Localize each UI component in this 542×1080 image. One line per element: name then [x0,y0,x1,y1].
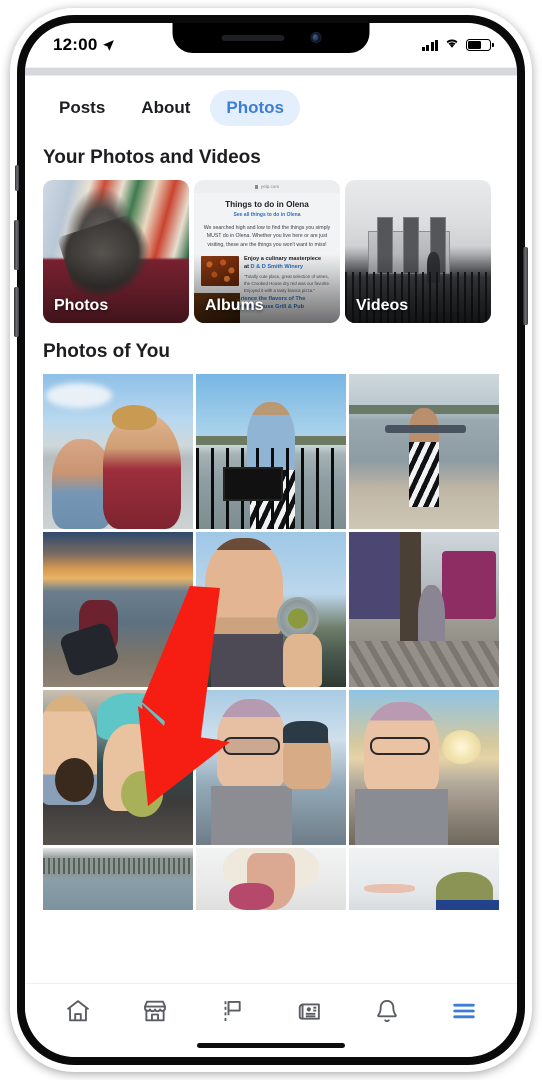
battery-icon [466,39,494,51]
home-indicator[interactable] [197,1043,345,1048]
marketplace-icon [141,997,169,1030]
tab-about[interactable]: About [125,90,206,126]
phone-screen: 12:00 Posts About Photos Your Photos and… [25,23,517,1057]
bell-icon [373,997,401,1030]
photo-cell[interactable] [196,848,346,910]
videos-card-label: Videos [356,297,409,314]
cellular-signal-icon [421,39,438,51]
flag-icon [218,997,246,1030]
lock-icon [254,184,258,189]
photo-cell[interactable] [43,374,193,529]
section-title-your-photos-and-videos: Your Photos and Videos [43,147,261,168]
nav-news[interactable] [286,994,334,1034]
photos-card-label: Photos [54,297,109,314]
photo-cell[interactable] [43,848,193,910]
status-indicators [421,36,494,54]
preview-url-bar: yelp.com [194,180,340,193]
home-icon [64,997,92,1030]
nav-marketplace[interactable] [131,994,179,1034]
news-icon [296,997,324,1030]
photo-cell[interactable] [349,848,499,910]
section-title-photos-of-you: Photos of You [43,341,171,362]
phone-frame: 12:00 Posts About Photos Your Photos and… [10,8,532,1072]
silent-switch[interactable] [15,165,19,191]
photo-cell[interactable] [349,690,499,845]
front-camera [310,32,321,43]
nav-home[interactable] [54,994,102,1034]
preview-body: We searched high and low to find the thi… [203,225,331,248]
tab-photos[interactable]: Photos [210,90,300,126]
profile-tab-bar: Posts About Photos [25,76,517,141]
volume-down-button[interactable] [14,287,19,337]
photos-card[interactable]: Photos [43,180,189,323]
volume-up-button[interactable] [14,220,19,270]
photo-cell[interactable] [196,532,346,687]
menu-icon [450,997,478,1030]
photo-cell[interactable] [196,374,346,529]
photo-video-cards: Photos yelp.com Things to do in Olena Se… [25,180,517,323]
nav-menu[interactable] [440,994,488,1034]
notch [172,23,370,53]
photo-cell[interactable] [43,532,193,687]
photos-of-you-grid [25,374,517,910]
tab-posts[interactable]: Posts [43,90,121,126]
nav-notifications[interactable] [363,994,411,1034]
wifi-icon [444,36,460,54]
photo-cell[interactable] [349,532,499,687]
albums-card-label: Albums [205,297,264,314]
location-arrow-icon [102,39,115,52]
photo-cell[interactable] [196,690,346,845]
videos-card[interactable]: Videos [345,180,491,323]
phone-bezel: 12:00 Posts About Photos Your Photos and… [14,15,528,1065]
preview-url: yelp.com [260,184,280,189]
photo-cell[interactable] [43,690,193,845]
preview-headline: Things to do in Olena [225,200,309,209]
content-area: Your Photos and Videos Photos yelp.com T… [25,141,517,910]
photo-cell[interactable] [349,374,499,529]
status-time: 12:00 [53,35,98,54]
albums-card[interactable]: yelp.com Things to do in Olena See all t… [194,180,340,323]
loading-divider [25,67,517,76]
nav-pages[interactable] [208,994,256,1034]
power-button[interactable] [523,247,528,325]
earpiece-speaker [221,34,284,41]
